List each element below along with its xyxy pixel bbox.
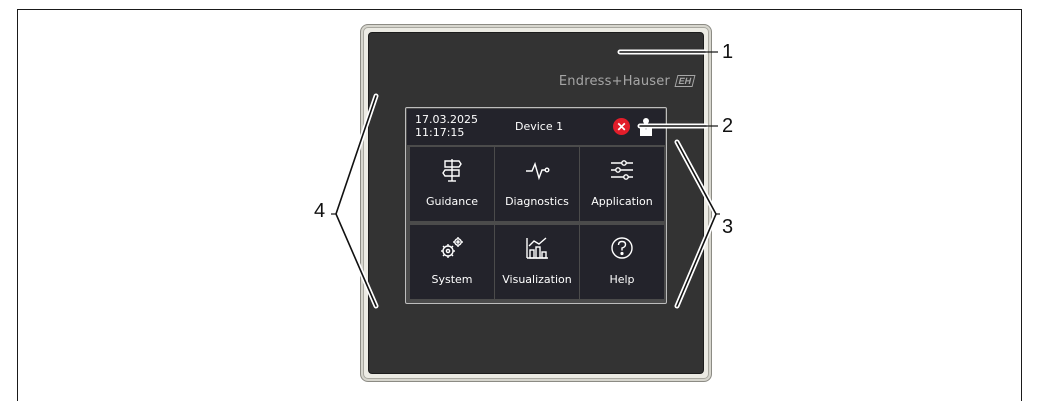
- callout-3: 3: [722, 216, 734, 238]
- bracket-3-halo: [674, 139, 719, 309]
- callout-4: 4: [314, 200, 326, 222]
- bracket-4-halo: [333, 93, 379, 309]
- callout-overlay: [331, 49, 720, 309]
- callout-1: 1: [722, 41, 734, 63]
- callout-2: 2: [722, 115, 734, 137]
